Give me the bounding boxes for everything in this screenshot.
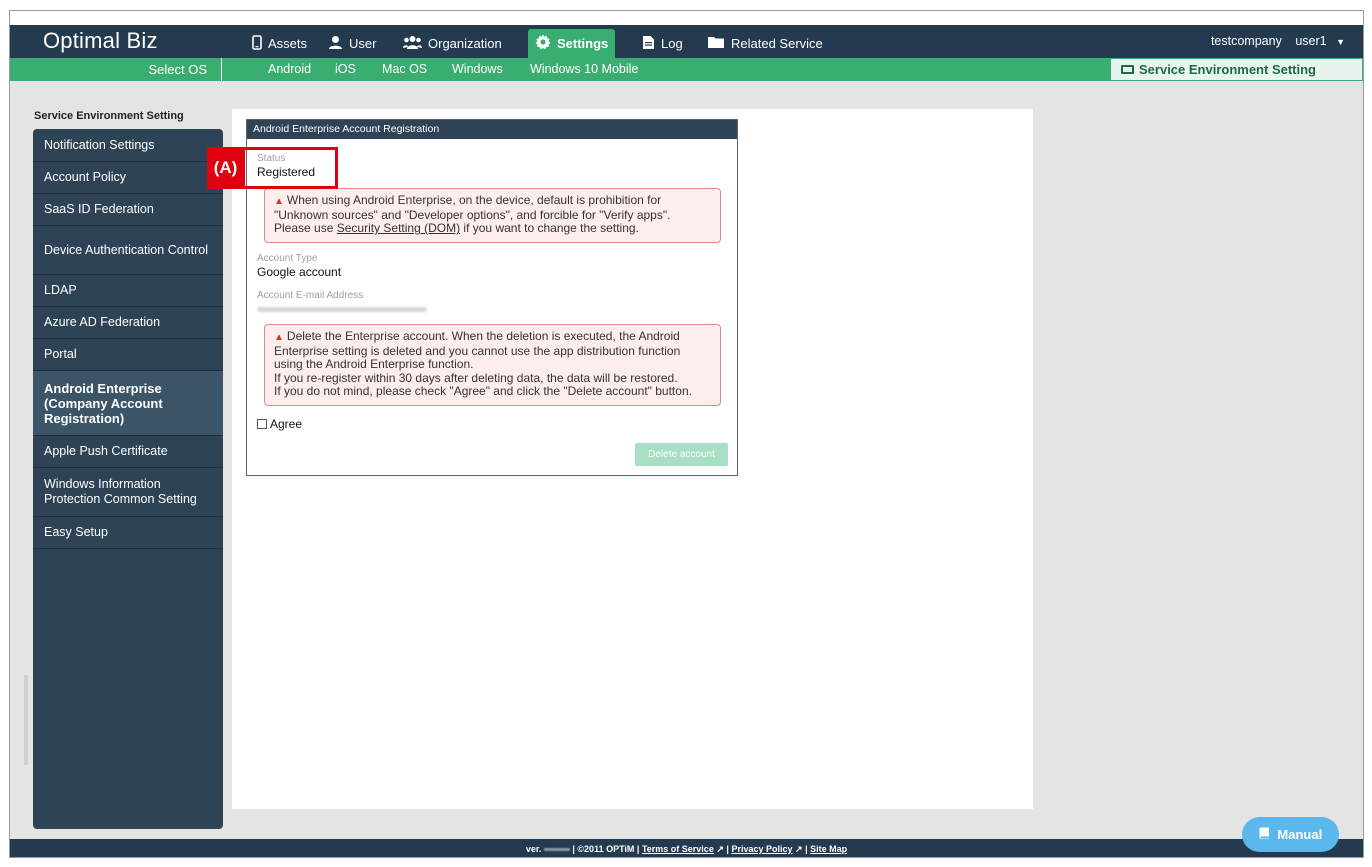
nav-organization-label: Organization	[428, 36, 502, 51]
agree-row: Agree	[257, 417, 302, 431]
monitor-icon	[1121, 65, 1134, 74]
app-window: Optimal Biz Assets User Organization Set…	[9, 10, 1364, 858]
sidebar-item-easy-setup[interactable]: Easy Setup	[33, 517, 223, 549]
annotation-marker-a: (A)	[207, 147, 338, 189]
sidebar: Notification Settings Account Policy Saa…	[33, 129, 223, 829]
email-value-redacted	[257, 307, 427, 312]
nav-settings-label: Settings	[557, 36, 609, 51]
delete-account-button[interactable]: Delete account	[635, 443, 728, 466]
os-sub-nav: Select OS Android iOS Mac OS Windows Win…	[10, 58, 1363, 81]
warning2-line1: Delete the Enterprise account. When the …	[286, 329, 680, 343]
warning1-line3-post: if you want to change the setting.	[460, 221, 639, 235]
copyright-text: | ©2011 OPTiM |	[572, 844, 640, 854]
warning2-line4: If you re-register within 30 days after …	[274, 370, 678, 385]
sidebar-item-android-enterprise[interactable]: Android Enterprise (Company Account Regi…	[33, 371, 223, 436]
warning1-line3-pre: Please use	[274, 221, 337, 235]
os-android-link[interactable]: Android	[268, 58, 311, 81]
nav-assets[interactable]: Assets	[245, 29, 314, 58]
sidebar-item-ldap[interactable]: LDAP	[33, 275, 223, 307]
footer: ver. | ©2011 OPTiM | Terms of Service ↗ …	[10, 839, 1363, 857]
sidebar-item-device-authentication-control[interactable]: Device Authentication Control	[33, 226, 223, 275]
top-nav-bar: Optimal Biz Assets User Organization Set…	[10, 25, 1363, 58]
scrollbar[interactable]	[24, 675, 28, 765]
agree-checkbox[interactable]	[257, 419, 267, 429]
account-type-label: Account Type	[257, 253, 318, 264]
footer-separator: |	[726, 844, 729, 854]
nav-settings[interactable]: Settings	[528, 29, 616, 58]
gear-icon	[535, 34, 551, 53]
nav-related-service-label: Related Service	[731, 36, 823, 51]
warning-message-dom: ▲ When using Android Enterprise, on the d…	[264, 188, 721, 243]
chevron-down-icon[interactable]: ▼	[1336, 37, 1345, 47]
os-macos-link[interactable]: Mac OS	[382, 58, 427, 81]
warning2-line2: Enterprise setting is deleted and you ca…	[274, 343, 681, 358]
book-icon	[1259, 817, 1270, 852]
user-menu[interactable]: testcompany user1 ▼	[1201, 34, 1345, 48]
sidebar-heading: Service Environment Setting	[34, 110, 184, 122]
folder-icon	[707, 35, 725, 52]
content-area: Android Enterprise Account Registration …	[232, 109, 1033, 809]
sidebar-item-apple-push-certificate[interactable]: Apple Push Certificate	[33, 436, 223, 468]
warning-icon: ▲	[274, 196, 284, 207]
warning1-line1: When using Android Enterprise, on the de…	[286, 193, 662, 207]
select-os-label: Select OS	[10, 58, 222, 81]
nav-user-label: User	[349, 36, 377, 51]
nav-log-label: Log	[661, 36, 683, 51]
workspace: Service Environment Setting Notification…	[10, 81, 1363, 839]
phone-icon	[252, 34, 262, 53]
terms-of-service-link[interactable]: Terms of Service	[642, 844, 714, 854]
sidebar-item-account-policy[interactable]: Account Policy	[33, 162, 223, 194]
security-setting-dom-link[interactable]: Security Setting (DOM)	[337, 221, 460, 235]
agree-label[interactable]: Agree	[270, 417, 302, 431]
sidebar-item-windows-information-protection[interactable]: Windows Information Protection Common Se…	[33, 468, 223, 517]
warning-icon: ▲	[274, 332, 284, 343]
os-ios-link[interactable]: iOS	[335, 58, 356, 81]
annotation-label: (A)	[207, 147, 244, 189]
account-type-value: Google account	[257, 265, 342, 279]
group-icon	[403, 35, 422, 53]
user-name: user1	[1295, 34, 1327, 48]
sidebar-item-azure-ad-federation[interactable]: Azure AD Federation	[33, 307, 223, 339]
company-name: testcompany	[1210, 34, 1282, 48]
nav-organization[interactable]: Organization	[396, 29, 509, 58]
warning2-line3: using the Android Enterprise function.	[274, 357, 474, 371]
external-link-icon: ↗	[716, 844, 724, 854]
external-link-icon: ↗	[795, 844, 803, 854]
manual-button[interactable]: Manual	[1242, 817, 1339, 852]
version-label: ver.	[525, 844, 542, 854]
annotation-highlight-box	[242, 147, 338, 189]
privacy-policy-link[interactable]: Privacy Policy	[731, 844, 792, 854]
sidebar-item-portal[interactable]: Portal	[33, 339, 223, 371]
manual-label: Manual	[1277, 827, 1323, 842]
nav-assets-label: Assets	[268, 36, 308, 51]
os-windows-link[interactable]: Windows	[452, 58, 503, 81]
panel-title: Android Enterprise Account Registration	[247, 120, 737, 139]
email-label: Account E-mail Address	[257, 290, 364, 301]
nav-log[interactable]: Log	[635, 29, 690, 58]
user-icon	[328, 35, 343, 53]
nav-user[interactable]: User	[321, 29, 383, 58]
nav-related-service[interactable]: Related Service	[700, 29, 830, 58]
warning2-line5: If you do not mind, please check "Agree"…	[274, 384, 692, 398]
document-icon	[642, 35, 655, 53]
service-environment-setting-label: Service Environment Setting	[1139, 62, 1316, 77]
sidebar-item-saas-id-federation[interactable]: SaaS ID Federation	[33, 194, 223, 226]
sidebar-item-notification-settings[interactable]: Notification Settings	[33, 129, 223, 162]
service-environment-setting-tab[interactable]: Service Environment Setting	[1110, 58, 1363, 81]
brand-logo[interactable]: Optimal Biz	[43, 28, 158, 54]
warning1-line2: "Unknown sources" and "Developer options…	[274, 207, 671, 222]
warning-message-delete: ▲ Delete the Enterprise account. When the…	[264, 324, 721, 406]
version-value-redacted	[543, 848, 570, 852]
os-windows10mobile-link[interactable]: Windows 10 Mobile	[530, 58, 638, 81]
footer-separator: |	[805, 844, 808, 854]
site-map-link[interactable]: Site Map	[810, 844, 847, 854]
